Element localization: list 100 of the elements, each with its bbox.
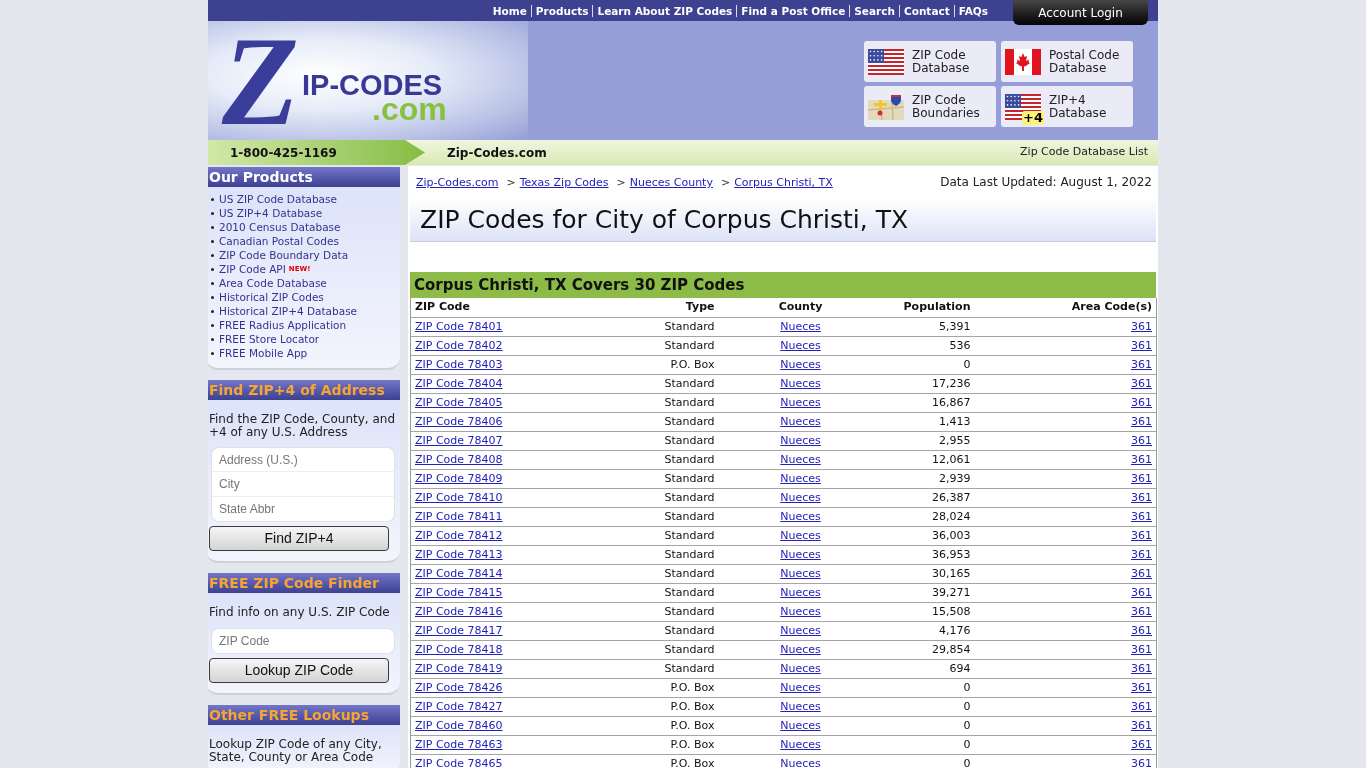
submit-button[interactable]: Lookup ZIP Code: [209, 658, 389, 683]
breadcrumb-link[interactable]: Texas Zip Codes: [519, 176, 609, 189]
zip-code-link[interactable]: ZIP Code 78410: [415, 490, 503, 504]
breadcrumb-link[interactable]: Zip-Codes.com: [416, 176, 499, 189]
area-code-link[interactable]: 361: [1131, 642, 1152, 656]
zip-code-link[interactable]: ZIP Code 78465: [415, 756, 503, 768]
zip-code-link[interactable]: ZIP Code 78426: [415, 680, 503, 694]
county-link[interactable]: Nueces: [780, 452, 821, 466]
product-link[interactable]: 2010 Census Database: [219, 220, 341, 234]
county-link[interactable]: Nueces: [780, 566, 821, 580]
area-code-link[interactable]: 361: [1131, 433, 1152, 447]
area-code-link[interactable]: 361: [1131, 509, 1152, 523]
zip-code-link[interactable]: ZIP Code 78427: [415, 699, 503, 713]
zip-code-link[interactable]: ZIP Code 78413: [415, 547, 503, 561]
county-link[interactable]: Nueces: [780, 680, 821, 694]
area-code-link[interactable]: 361: [1131, 623, 1152, 637]
county-link[interactable]: Nueces: [780, 623, 821, 637]
input-field[interactable]: Address (U.S.): [211, 447, 395, 472]
product-link[interactable]: ZIP Code Boundary Data: [219, 248, 349, 262]
county-link[interactable]: Nueces: [780, 585, 821, 599]
county-link[interactable]: Nueces: [780, 319, 821, 333]
product-tile[interactable]: ZIP Code Boundaries: [864, 86, 996, 127]
product-link[interactable]: FREE Store Locator: [219, 332, 320, 346]
product-link[interactable]: Area Code Database: [219, 276, 327, 290]
zip-code-link[interactable]: ZIP Code 78401: [415, 319, 503, 333]
county-link[interactable]: Nueces: [780, 642, 821, 656]
zip-code-link[interactable]: ZIP Code 78419: [415, 661, 503, 675]
input-field[interactable]: ZIP Code: [211, 628, 395, 654]
area-code-link[interactable]: 361: [1131, 452, 1152, 466]
area-code-link[interactable]: 361: [1131, 680, 1152, 694]
area-code-link[interactable]: 361: [1131, 604, 1152, 618]
zip-code-link[interactable]: ZIP Code 78404: [415, 376, 503, 390]
area-code-link[interactable]: 361: [1131, 699, 1152, 713]
area-code-link[interactable]: 361: [1131, 718, 1152, 732]
county-link[interactable]: Nueces: [780, 414, 821, 428]
county-link[interactable]: Nueces: [780, 376, 821, 390]
county-link[interactable]: Nueces: [780, 547, 821, 561]
zip-code-link[interactable]: ZIP Code 78405: [415, 395, 503, 409]
county-link[interactable]: Nueces: [780, 490, 821, 504]
county-link[interactable]: Nueces: [780, 433, 821, 447]
zip-code-link[interactable]: ZIP Code 78414: [415, 566, 503, 580]
area-code-link[interactable]: 361: [1131, 376, 1152, 390]
zip-code-link[interactable]: ZIP Code 78402: [415, 338, 503, 352]
county-link[interactable]: Nueces: [780, 395, 821, 409]
zip-code-link[interactable]: ZIP Code 78403: [415, 357, 503, 371]
input-field[interactable]: State Abbr: [211, 497, 395, 522]
area-code-link[interactable]: 361: [1131, 566, 1152, 580]
county-link[interactable]: Nueces: [780, 661, 821, 675]
area-code-link[interactable]: 361: [1131, 585, 1152, 599]
county-link[interactable]: Nueces: [780, 718, 821, 732]
zip-code-link[interactable]: ZIP Code 78463: [415, 737, 503, 751]
input-field[interactable]: City: [211, 472, 395, 497]
zip-code-link[interactable]: ZIP Code 78408: [415, 452, 503, 466]
account-login-button[interactable]: Account Login: [1013, 0, 1148, 25]
product-link[interactable]: Historical ZIP Codes: [219, 290, 324, 304]
product-tile[interactable]: Postal Code Database: [1001, 41, 1133, 82]
zip-code-link[interactable]: ZIP Code 78407: [415, 433, 503, 447]
zip-code-link[interactable]: ZIP Code 78416: [415, 604, 503, 618]
product-link[interactable]: Historical ZIP+4 Database: [219, 304, 358, 318]
zip-code-link[interactable]: ZIP Code 78406: [415, 414, 503, 428]
area-code-link[interactable]: 361: [1131, 319, 1152, 333]
nav-link[interactable]: Products: [535, 3, 589, 18]
zip-code-link[interactable]: ZIP Code 78418: [415, 642, 503, 656]
county-link[interactable]: Nueces: [780, 737, 821, 751]
zip-code-link[interactable]: ZIP Code 78412: [415, 528, 503, 542]
area-code-link[interactable]: 361: [1131, 756, 1152, 768]
county-link[interactable]: Nueces: [780, 471, 821, 485]
zip-code-link[interactable]: ZIP Code 78415: [415, 585, 503, 599]
database-list-link[interactable]: Zip Code Database List: [1020, 144, 1148, 161]
breadcrumb-link[interactable]: Corpus Christi, TX: [734, 176, 833, 189]
zip-code-link[interactable]: ZIP Code 78460: [415, 718, 503, 732]
breadcrumb-link[interactable]: Nueces County: [629, 176, 713, 189]
area-code-link[interactable]: 361: [1131, 357, 1152, 371]
area-code-link[interactable]: 361: [1131, 547, 1152, 561]
nav-link[interactable]: Search: [854, 3, 895, 18]
product-link[interactable]: FREE Mobile App: [219, 346, 308, 360]
zip-code-link[interactable]: ZIP Code 78409: [415, 471, 503, 485]
nav-link[interactable]: FAQs: [958, 3, 988, 18]
area-code-link[interactable]: 361: [1131, 737, 1152, 751]
county-link[interactable]: Nueces: [780, 528, 821, 542]
county-link[interactable]: Nueces: [780, 357, 821, 371]
area-code-link[interactable]: 361: [1131, 528, 1152, 542]
nav-link[interactable]: Home: [492, 3, 527, 18]
nav-link[interactable]: Learn About ZIP Codes: [597, 3, 733, 18]
product-link[interactable]: FREE Radius Application: [219, 318, 347, 332]
product-tile[interactable]: +4 ZIP+4 Database: [1001, 86, 1133, 127]
county-link[interactable]: Nueces: [780, 756, 821, 768]
area-code-link[interactable]: 361: [1131, 661, 1152, 675]
area-code-link[interactable]: 361: [1131, 395, 1152, 409]
nav-link[interactable]: Find a Post Office: [741, 3, 846, 18]
area-code-link[interactable]: 361: [1131, 471, 1152, 485]
nav-link[interactable]: Contact: [903, 3, 950, 18]
product-link[interactable]: ZIP Code API: [219, 262, 286, 276]
county-link[interactable]: Nueces: [780, 509, 821, 523]
zip-code-link[interactable]: ZIP Code 78417: [415, 623, 503, 637]
area-code-link[interactable]: 361: [1131, 414, 1152, 428]
submit-button[interactable]: Find ZIP+4: [209, 526, 389, 551]
product-link[interactable]: US ZIP+4 Database: [219, 206, 323, 220]
county-link[interactable]: Nueces: [780, 604, 821, 618]
area-code-link[interactable]: 361: [1131, 338, 1152, 352]
